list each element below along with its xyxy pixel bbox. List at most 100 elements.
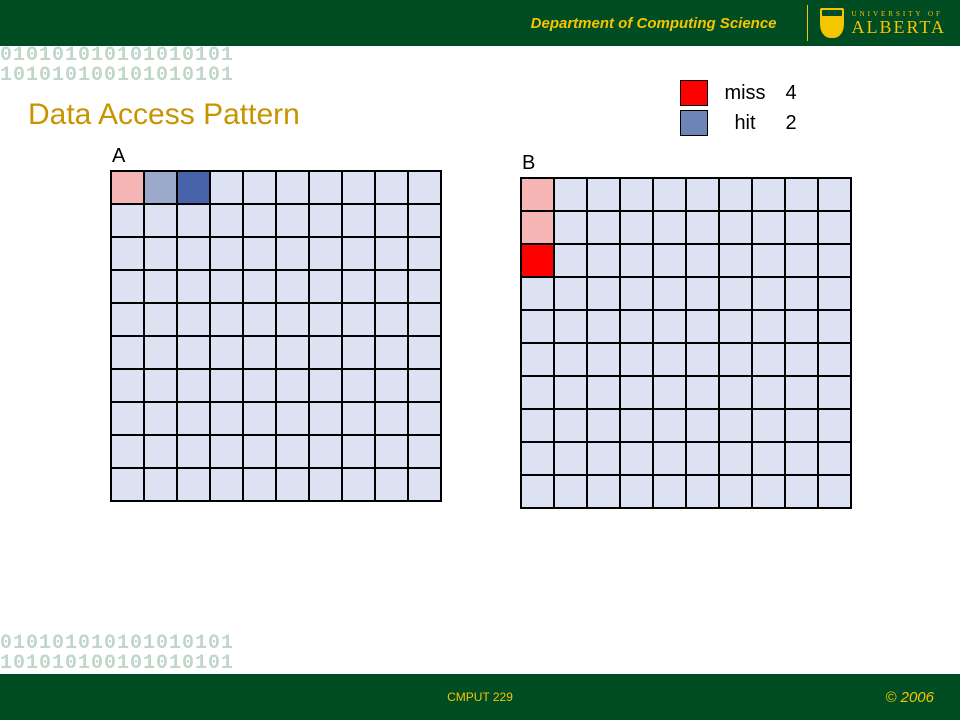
matrix-A-grid — [110, 170, 442, 502]
grid-cell — [408, 402, 441, 435]
grid-cell — [752, 343, 785, 376]
grid-cell — [818, 244, 851, 277]
binary-decoration-top: 010101010101010101 101010100101010101 — [0, 46, 250, 86]
grid-cell — [554, 442, 587, 475]
university-main-line: ALBERTA — [852, 18, 946, 36]
grid-cell — [408, 468, 441, 501]
grid-cell — [686, 376, 719, 409]
header-bar: Department of Computing Science UNIVERSI… — [0, 0, 960, 46]
grid-cell — [818, 475, 851, 508]
grid-cell — [309, 171, 342, 204]
grid-cell — [144, 303, 177, 336]
grid-cell — [144, 270, 177, 303]
grid-cell — [408, 303, 441, 336]
grid-cell — [686, 475, 719, 508]
grid-cell — [587, 409, 620, 442]
grid-cell — [785, 376, 818, 409]
footer-bar: CMPUT 229 © 2006 — [0, 674, 960, 720]
grid-cell — [243, 369, 276, 402]
department-name: Department of Computing Science — [531, 15, 777, 32]
grid-cell — [719, 409, 752, 442]
grid-cell — [521, 442, 554, 475]
course-code: CMPUT 229 — [447, 690, 513, 704]
miss-swatch-icon — [680, 80, 708, 106]
grid-cell — [342, 303, 375, 336]
grid-cell — [276, 237, 309, 270]
grid-cell — [177, 369, 210, 402]
grid-cell — [177, 303, 210, 336]
grid-cell — [375, 435, 408, 468]
university-crest-icon — [820, 8, 844, 38]
grid-cell — [276, 468, 309, 501]
grid-cell — [111, 468, 144, 501]
grid-cell — [653, 475, 686, 508]
grid-cell — [521, 409, 554, 442]
grid-cell — [785, 244, 818, 277]
grid-cell — [521, 244, 554, 277]
grid-cell — [342, 402, 375, 435]
grid-cell — [309, 369, 342, 402]
grid-cell — [309, 237, 342, 270]
grid-cell — [111, 237, 144, 270]
grid-cell — [554, 277, 587, 310]
grid-cell — [309, 336, 342, 369]
grid-cell — [342, 237, 375, 270]
grid-cell — [177, 237, 210, 270]
grid-cell — [785, 211, 818, 244]
grid-cell — [752, 442, 785, 475]
legend-row-miss: miss 4 — [680, 78, 806, 108]
grid-cell — [210, 270, 243, 303]
miss-label: miss — [722, 82, 768, 105]
grid-cell — [686, 343, 719, 376]
grid-cell — [309, 270, 342, 303]
grid-cell — [818, 178, 851, 211]
grid-cell — [719, 277, 752, 310]
grid-cell — [177, 171, 210, 204]
grid-cell — [752, 376, 785, 409]
grid-cell — [653, 211, 686, 244]
grid-cell — [342, 270, 375, 303]
grid-cell — [243, 402, 276, 435]
grid-cell — [375, 336, 408, 369]
hit-label: hit — [722, 112, 768, 135]
grid-cell — [177, 204, 210, 237]
grid-cell — [818, 277, 851, 310]
grid-cell — [653, 178, 686, 211]
grid-cell — [521, 211, 554, 244]
grid-cell — [752, 178, 785, 211]
grid-cell — [177, 435, 210, 468]
grid-cell — [620, 244, 653, 277]
grid-cell — [210, 336, 243, 369]
grid-cell — [719, 211, 752, 244]
grid-cell — [276, 435, 309, 468]
grid-cell — [554, 211, 587, 244]
grid-cell — [554, 178, 587, 211]
grid-cell — [620, 211, 653, 244]
grid-cell — [210, 303, 243, 336]
matrix-B-label: B — [522, 152, 852, 175]
grid-cell — [620, 376, 653, 409]
grid-cell — [276, 303, 309, 336]
grid-cell — [752, 475, 785, 508]
grid-cell — [144, 402, 177, 435]
grid-cell — [653, 409, 686, 442]
grid-cell — [785, 343, 818, 376]
grid-cell — [620, 409, 653, 442]
grid-cell — [686, 211, 719, 244]
grid-cell — [243, 468, 276, 501]
grid-cell — [554, 343, 587, 376]
grid-cell — [752, 211, 785, 244]
grid-cell — [408, 237, 441, 270]
grid-cell — [719, 310, 752, 343]
grid-cell — [521, 310, 554, 343]
grid-cell — [243, 270, 276, 303]
grid-cell — [342, 369, 375, 402]
grid-cell — [719, 442, 752, 475]
matrix-A-container: A — [110, 145, 442, 502]
grid-cell — [653, 244, 686, 277]
copyright: © 2006 — [885, 689, 934, 706]
grid-cell — [554, 376, 587, 409]
grid-cell — [587, 277, 620, 310]
grid-cell — [587, 244, 620, 277]
grid-cell — [309, 435, 342, 468]
